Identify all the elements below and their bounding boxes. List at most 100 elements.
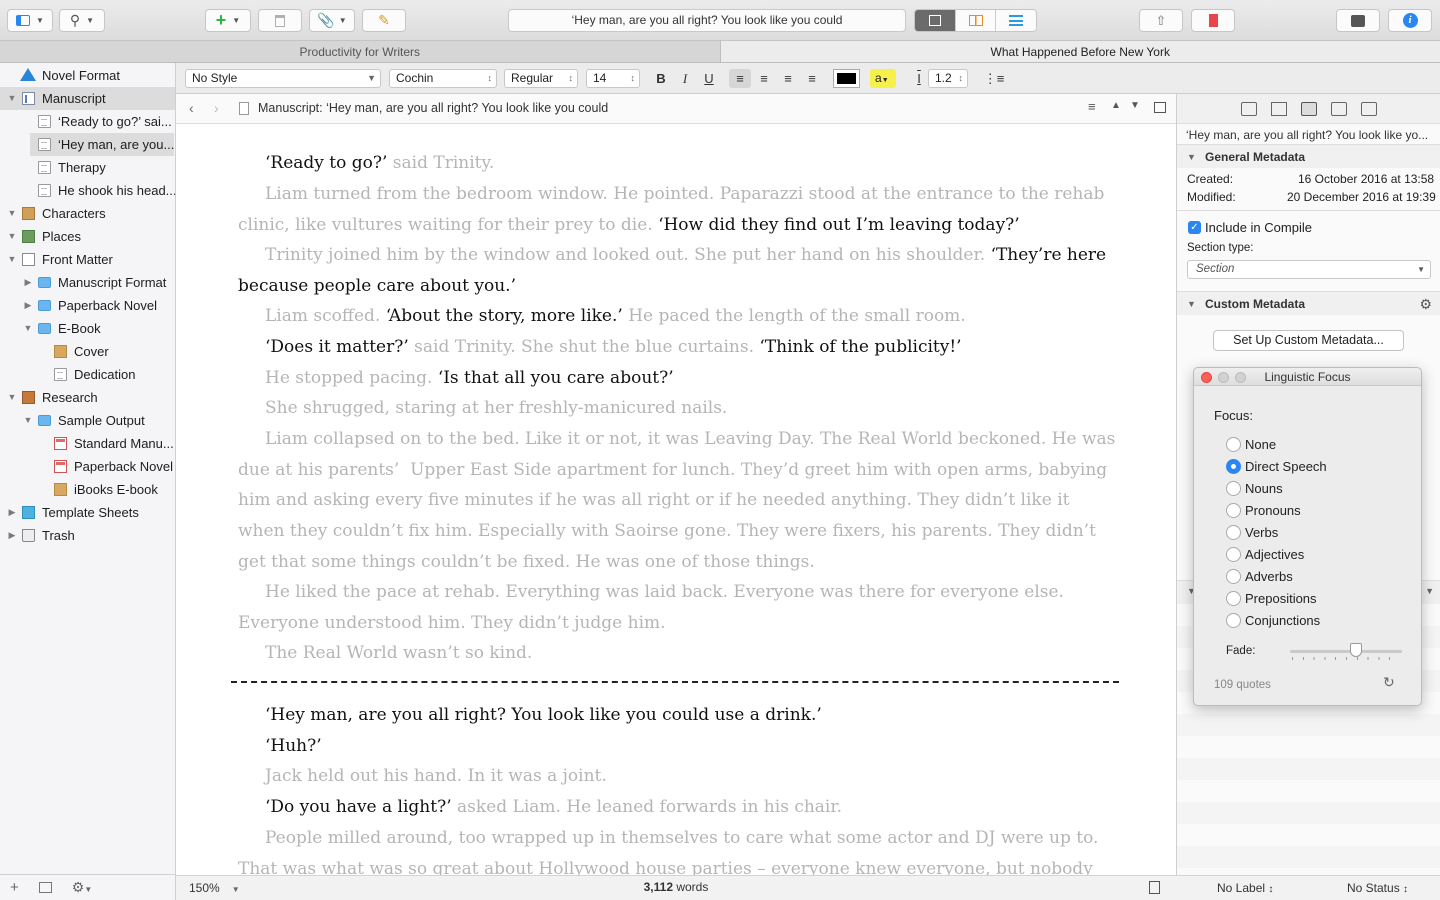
notes-tab-icon[interactable]: [1240, 101, 1257, 116]
line-spacing-select[interactable]: 1.2 ↕: [928, 69, 968, 88]
back-icon[interactable]: ‹: [189, 100, 194, 116]
refresh-icon[interactable]: ↻: [1383, 674, 1395, 691]
binder-item[interactable]: ▼ Places: [0, 225, 175, 248]
share-button[interactable]: ⇧: [1139, 9, 1183, 32]
binder-item[interactable]: iBooks E-book: [0, 478, 175, 501]
bookmark-button[interactable]: [1191, 9, 1235, 32]
inspector-button[interactable]: i: [1388, 9, 1432, 32]
align-right-button[interactable]: ≡: [777, 69, 799, 88]
binder-item[interactable]: Dedication: [0, 363, 175, 386]
tab-what-happened[interactable]: What Happened Before New York: [719, 41, 1440, 62]
radio-nouns[interactable]: [1226, 481, 1241, 496]
weight-select[interactable]: Regular ↕: [504, 69, 578, 88]
radio-adverbs[interactable]: [1226, 569, 1241, 584]
chevron-down-icon[interactable]: ▼: [1130, 100, 1140, 111]
highlight-button[interactable]: a▼: [870, 69, 896, 88]
note-icon[interactable]: [1149, 881, 1160, 894]
comments-tab-icon[interactable]: [1360, 101, 1377, 116]
binder-item[interactable]: ▼ Sample Output: [0, 409, 175, 432]
binder-item[interactable]: ▶ Manuscript Format: [0, 271, 175, 294]
size-select[interactable]: 14 ↕: [586, 69, 640, 88]
document-title-field[interactable]: ‘Hey man, are you all right? You look li…: [508, 9, 906, 32]
binder-item[interactable]: ▼ Manuscript: [0, 87, 175, 110]
stepper-icon: ↕: [1403, 884, 1409, 895]
radio-prepositions[interactable]: [1226, 591, 1241, 606]
radio-none[interactable]: [1226, 437, 1241, 452]
binder-item[interactable]: He shook his head...: [0, 179, 175, 202]
radio-pronouns[interactable]: [1226, 503, 1241, 518]
italic-button[interactable]: I: [674, 69, 696, 88]
font-select[interactable]: Cochin ↕: [389, 69, 497, 88]
compose-button[interactable]: ✎: [362, 9, 406, 32]
setup-custom-metadata-button[interactable]: Set Up Custom Metadata...: [1213, 330, 1404, 351]
align-center-button[interactable]: ≡: [753, 69, 775, 88]
outline-view-button[interactable]: [996, 10, 1036, 31]
binder-item-selected[interactable]: ‘Hey man, are you...: [30, 133, 174, 156]
add-icon[interactable]: +: [10, 879, 19, 896]
align-left-button[interactable]: ≡: [729, 69, 751, 88]
status-select[interactable]: No Status ↕: [1347, 881, 1408, 895]
binder-item[interactable]: ▶ Trash: [0, 524, 175, 547]
inspector-tabs: [1177, 94, 1440, 124]
tab-productivity[interactable]: Productivity for Writers: [0, 41, 720, 62]
binder-item[interactable]: ▼ Characters: [0, 202, 175, 225]
menu-icon[interactable]: ≡: [1088, 99, 1096, 114]
binder-item[interactable]: ▶ Paperback Novel: [0, 294, 175, 317]
radio-direct-speech[interactable]: [1226, 459, 1241, 474]
fade-slider-thumb[interactable]: [1350, 643, 1362, 657]
binder-item[interactable]: ▼ Research: [0, 386, 175, 409]
binder-item[interactable]: Cover: [0, 340, 175, 363]
forward-icon[interactable]: ›: [214, 100, 219, 116]
binder-item[interactable]: ‘Ready to go?’ sai...: [0, 110, 175, 133]
radio-adjectives[interactable]: [1226, 547, 1241, 562]
list-button[interactable]: ⋮≡: [979, 69, 1009, 88]
binder-item[interactable]: Paperback Novel: [0, 455, 175, 478]
binder-item-label: Dedication: [74, 367, 136, 382]
paragraph: ‘Hey man, are you all right? You look li…: [265, 705, 822, 725]
close-icon[interactable]: [1201, 372, 1212, 383]
binder-item[interactable]: Standard Manu...: [0, 432, 175, 455]
folder-icon: [38, 300, 51, 311]
binder-item[interactable]: ▼ E-Book: [0, 317, 175, 340]
binder-item[interactable]: ▼ Front Matter: [0, 248, 175, 271]
corkboard-view-button[interactable]: [956, 10, 997, 31]
radio-verbs[interactable]: [1226, 525, 1241, 540]
include-compile-checkbox[interactable]: ✓: [1188, 221, 1201, 234]
fade-slider[interactable]: [1290, 643, 1402, 660]
section-type-select[interactable]: Section ▼: [1187, 260, 1431, 279]
view-segmented-control[interactable]: [914, 9, 1037, 32]
new-folder-icon[interactable]: [38, 882, 52, 893]
search-button[interactable]: ⚲ ▼: [59, 9, 105, 32]
highlight-label: a: [875, 71, 882, 85]
general-metadata-header[interactable]: ▼ General Metadata: [1177, 144, 1440, 168]
chevron-up-icon[interactable]: ▲: [1111, 100, 1121, 111]
justify-button[interactable]: ≡: [801, 69, 823, 88]
view-mode-button[interactable]: ▼: [7, 9, 53, 32]
bookmarks-tab-icon[interactable]: [1270, 101, 1287, 116]
paragraph: Liam collapsed on to the bed. Like it or…: [238, 429, 1121, 572]
gear-icon[interactable]: ⚙▼: [72, 879, 92, 896]
disclosure-open-icon: ▼: [23, 323, 33, 333]
radio-label: Nouns: [1245, 481, 1283, 496]
binder-item[interactable]: Therapy: [0, 156, 175, 179]
custom-metadata-header[interactable]: ▼ Custom Metadata ⚙: [1177, 291, 1440, 315]
style-select[interactable]: No Style ▼: [185, 69, 381, 88]
add-button[interactable]: + ▼: [205, 9, 251, 32]
text-color-well[interactable]: [833, 69, 860, 88]
binder-item[interactable]: ▶ Template Sheets: [0, 501, 175, 524]
radio-conjunctions[interactable]: [1226, 613, 1241, 628]
bold-button[interactable]: B: [650, 69, 672, 88]
metadata-tab-icon[interactable]: [1300, 101, 1317, 116]
composition-mode-button[interactable]: [1336, 9, 1380, 32]
underline-button[interactable]: U: [698, 69, 720, 88]
split-editor-icon[interactable]: [1154, 102, 1166, 113]
document-view-button[interactable]: [915, 10, 956, 31]
label-select[interactable]: No Label ↕: [1217, 881, 1273, 895]
delete-button[interactable]: [258, 9, 302, 32]
paragraph: People milled around, too wrapped up in …: [238, 828, 1104, 875]
editor-text-area[interactable]: ‘Ready to go?’ said Trinity. Liam turned…: [176, 124, 1176, 875]
gear-icon[interactable]: ⚙: [1419, 292, 1432, 316]
binder-item[interactable]: Novel Format: [0, 64, 175, 87]
snapshots-tab-icon[interactable]: [1330, 101, 1347, 116]
attach-button[interactable]: 📎 ▼: [309, 9, 355, 32]
